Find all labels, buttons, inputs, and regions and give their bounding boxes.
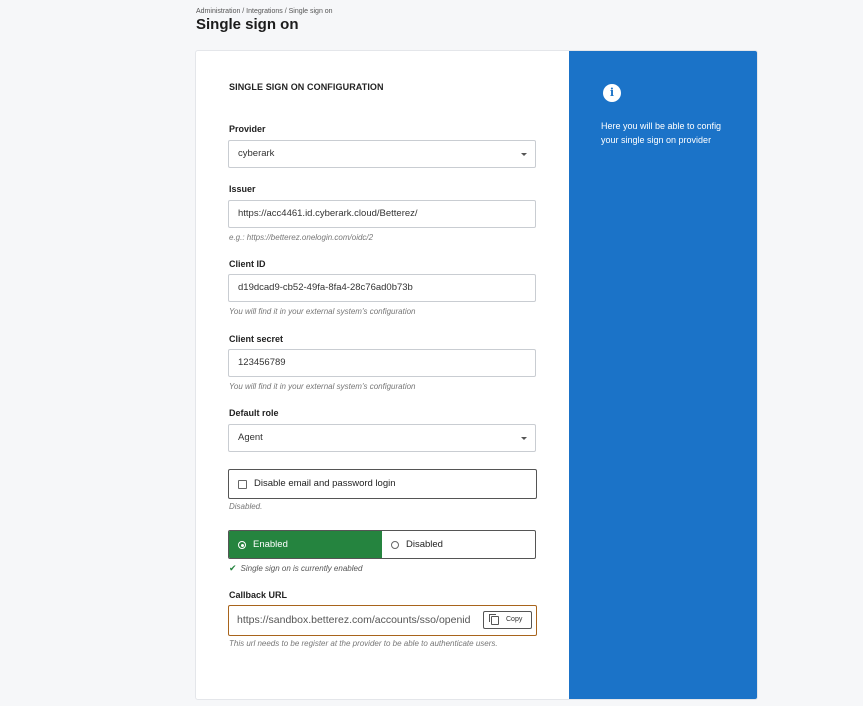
callback-url-value[interactable]: https://sandbox.betterez.com/accounts/ss…	[237, 614, 480, 626]
client-id-hint: You will find it in your external system…	[229, 307, 416, 316]
client-secret-value: 123456789	[238, 357, 286, 368]
default-role-label: Default role	[229, 408, 279, 418]
issuer-hint: e.g.: https://betterez.onelogin.com/oidc…	[229, 233, 374, 242]
info-panel: i Here you will be able to config your s…	[569, 51, 757, 699]
default-role-value: Agent	[238, 432, 263, 443]
client-secret-hint: You will find it in your external system…	[229, 382, 416, 391]
callback-url-field[interactable]: https://sandbox.betterez.com/accounts/ss…	[228, 605, 537, 636]
disable-login-checkbox[interactable]	[238, 480, 247, 489]
disable-login-option[interactable]: Disable email and password login	[228, 469, 537, 499]
info-icon: i	[603, 84, 621, 102]
provider-label: Provider	[229, 124, 266, 134]
client-secret-label: Client secret	[229, 334, 284, 344]
issuer-value: https://acc4461.id.cyberark.cloud/Better…	[238, 208, 418, 219]
chevron-down-icon	[521, 437, 527, 440]
radio-selected-icon	[238, 541, 246, 549]
copy-button[interactable]: Copy	[483, 611, 532, 629]
copy-label: Copy	[506, 616, 523, 623]
radio-unselected-icon	[391, 541, 399, 549]
callback-hint: This url needs to be register at the pro…	[229, 639, 498, 648]
check-icon: ✔	[229, 563, 237, 573]
client-id-value: d19dcad9-cb52-49fa-8fa4-28c76ad0b73b	[238, 282, 413, 293]
client-id-input[interactable]: d19dcad9-cb52-49fa-8fa4-28c76ad0b73b	[228, 274, 536, 302]
disable-login-label: Disable email and password login	[254, 478, 396, 489]
disable-login-hint: Disabled.	[229, 502, 263, 511]
enabled-option[interactable]: Enabled	[229, 531, 382, 558]
disabled-option[interactable]: Disabled	[382, 531, 535, 558]
chevron-down-icon	[521, 153, 527, 156]
sso-form: SINGLE SIGN ON CONFIGURATION Provider cy…	[196, 51, 569, 699]
breadcrumb: Administration / Integrations / Single s…	[196, 8, 333, 15]
client-secret-input[interactable]: 123456789	[228, 349, 536, 377]
sso-config-card: SINGLE SIGN ON CONFIGURATION Provider cy…	[195, 50, 758, 700]
sso-status-text: Single sign on is currently enabled	[240, 564, 363, 573]
default-role-select[interactable]: Agent	[228, 424, 536, 452]
copy-icon	[489, 614, 499, 625]
info-text: Here you will be able to config your sin…	[601, 121, 722, 145]
section-title: SINGLE SIGN ON CONFIGURATION	[229, 82, 384, 92]
enabled-label: Enabled	[253, 539, 288, 550]
issuer-input[interactable]: https://acc4461.id.cyberark.cloud/Better…	[228, 200, 536, 228]
client-id-label: Client ID	[229, 259, 266, 269]
callback-label: Callback URL	[229, 590, 288, 600]
provider-select[interactable]: cyberark	[228, 140, 536, 168]
sso-status: ✔ Single sign on is currently enabled	[229, 563, 362, 574]
issuer-label: Issuer	[229, 184, 256, 194]
sso-status-toggle: Enabled Disabled	[228, 530, 536, 559]
provider-value: cyberark	[238, 148, 275, 159]
disabled-label: Disabled	[406, 539, 443, 550]
page-title: Single sign on	[196, 16, 299, 33]
